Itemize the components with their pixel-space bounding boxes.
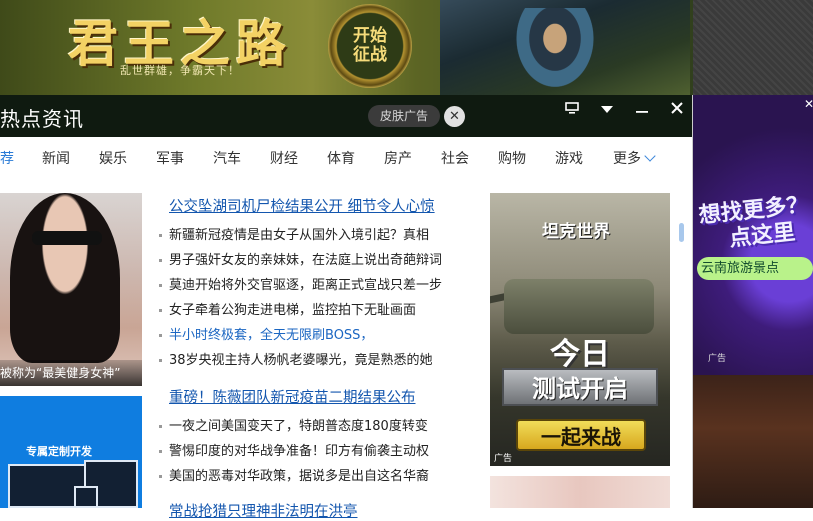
badge-line1: 开始 (353, 26, 387, 46)
close-icon[interactable] (662, 97, 692, 121)
tank-game-ad[interactable]: 坦克世界 今日 测试开启 一起来战 广告 (490, 193, 670, 466)
headline-link-3[interactable]: 常战抢猎只理神非法明在洪亭 (169, 500, 358, 521)
sunglasses-shape (32, 231, 102, 245)
minimize-icon[interactable] (627, 97, 657, 121)
feature-image-woman[interactable]: 被称为“最美健身女神” (0, 193, 142, 386)
devices-image-title: 专属定制开发 (26, 445, 92, 458)
side-ad-keyword-pill[interactable]: 云南旅游景点 (697, 257, 813, 280)
tab-finance[interactable]: 财经 (270, 148, 298, 168)
tab-recommend[interactable]: 荐 (0, 148, 14, 168)
portrait-figure (10, 193, 120, 363)
tank-ad-fight-button[interactable]: 一起来战 (516, 419, 646, 451)
tab-auto[interactable]: 汽车 (213, 148, 241, 168)
side-ad-close-icon[interactable]: ✕ (804, 97, 813, 111)
list-item-promo[interactable]: 半小时终极套，全天无限刷BOSS， (159, 324, 469, 343)
phone-screen (74, 486, 98, 508)
tab-more-label: 更多 (613, 151, 641, 167)
side-background-image (693, 375, 813, 508)
list-item[interactable]: 新疆新冠疫情是由女子从国外入境引起？真相 (159, 224, 469, 243)
headline-link-2[interactable]: 重磅！陈薇团队新冠疫苗二期结果公布 (169, 386, 416, 407)
close-skin-ad-icon[interactable]: ✕ (444, 106, 465, 127)
scrollbar-thumb[interactable] (679, 223, 684, 242)
list-item[interactable]: 女子牵着公狗走进电梯，监控拍下无耻画面 (159, 299, 469, 318)
window-titlebar: 热点资讯 (0, 95, 693, 137)
feature-image-devices[interactable]: 专属定制开发 (0, 396, 142, 508)
list-item[interactable]: 38岁央视主持人杨帆老婆曝光，竟是熟悉的她 (159, 349, 469, 368)
badge-line2: 征战 (353, 45, 387, 65)
second-ad-image[interactable] (490, 476, 670, 508)
monitor-icon[interactable] (557, 97, 587, 121)
headline-link-1[interactable]: 公交坠湖司机尸检结果公开 细节令人心惊 (169, 195, 435, 216)
tab-sports[interactable]: 体育 (327, 148, 355, 168)
tank-body-shape (504, 279, 654, 334)
list-item[interactable]: 男子强奸女友的亲妹妹，在法庭上说出奇葩辩词 (159, 249, 469, 268)
list-item[interactable]: 警惕印度的对华战争准备！印方有偷袭主动权 (159, 440, 469, 459)
start-battle-badge[interactable]: 开始 征战 (328, 4, 412, 88)
list-item[interactable]: 莫迪开始将外交官驱逐，距离正式宣战只差一步 (159, 274, 469, 293)
tab-realestate[interactable]: 房产 (384, 148, 412, 168)
tab-military[interactable]: 军事 (156, 148, 184, 168)
tab-entertainment[interactable]: 娱乐 (99, 148, 127, 168)
skin-ad-button[interactable]: 皮肤广告 (368, 105, 440, 127)
game-banner-ad[interactable]: 君王之路 乱世群雄，争霸天下！ 开始 征战 (0, 0, 693, 95)
window-title: 热点资讯 (0, 107, 84, 131)
list-item[interactable]: 一夜之间美国变天了，特朗普态度180度转变 (159, 415, 469, 434)
tab-news[interactable]: 新闻 (42, 148, 70, 168)
ad-label: 广告 (708, 354, 727, 364)
chevron-down-icon[interactable] (592, 97, 622, 121)
tab-games[interactable]: 游戏 (555, 148, 583, 168)
tab-shopping[interactable]: 购物 (498, 148, 526, 168)
banner-hero-image (440, 0, 690, 95)
tank-ad-today: 今日 (550, 337, 610, 372)
tab-more[interactable]: 更多 (613, 148, 656, 168)
top-right-background (693, 0, 813, 95)
chevron-down-icon (644, 150, 656, 162)
tank-ad-test-open: 测试开启 (502, 368, 658, 406)
banner-slogan: 乱世群雄，争霸天下！ (120, 64, 240, 77)
tank-ad-logo: 坦克世界 (542, 222, 610, 242)
list-item[interactable]: 美国的恶毒对华政策，据说多是出自这名华裔 (159, 465, 469, 484)
image-caption: 被称为“最美健身女神” (0, 360, 142, 386)
tab-society[interactable]: 社会 (441, 148, 469, 168)
ad-label: 广告 (494, 454, 513, 464)
